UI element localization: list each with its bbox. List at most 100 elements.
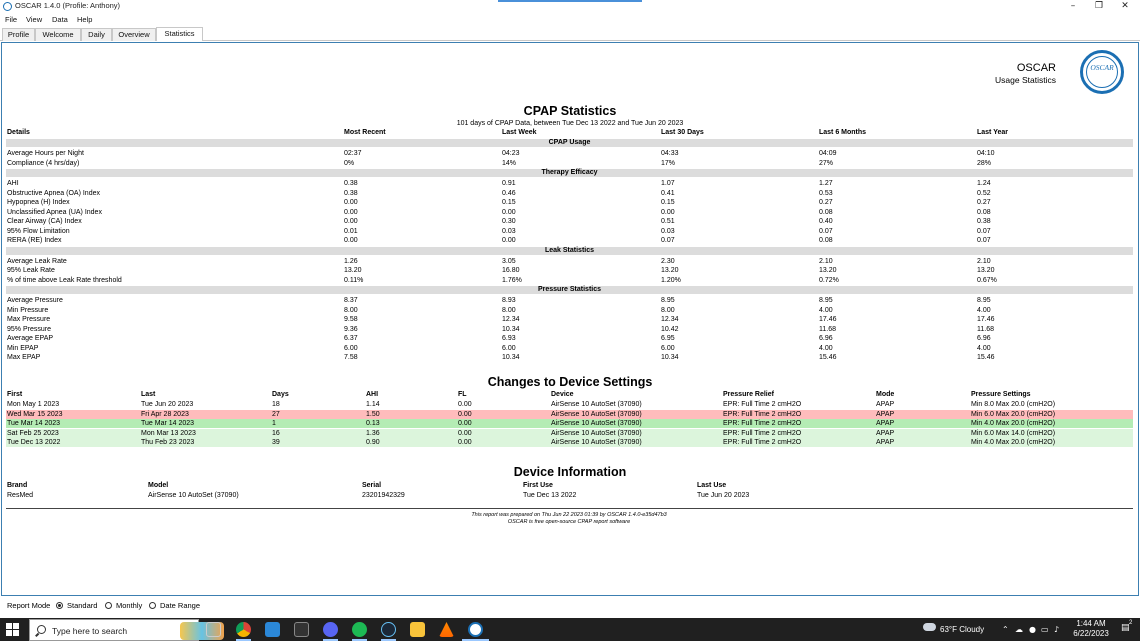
weather-text[interactable]: 63°F Cloudy — [940, 625, 984, 634]
menu-data[interactable]: Data — [52, 15, 68, 24]
stat-value: 2.10 — [977, 257, 991, 265]
stat-value: 0.15 — [661, 199, 675, 206]
taskbar-search-box[interactable]: Type here to search — [29, 619, 224, 641]
stat-row-label: Compliance (4 hrs/day) — [7, 159, 80, 167]
report-header: OSCAR Usage Statistics — [988, 62, 1056, 86]
windows-app-icon[interactable] — [265, 622, 280, 637]
settings-cell: Tue Mar 14 2023 — [7, 420, 61, 427]
settings-cell: Mon Mar 13 2023 — [141, 429, 196, 437]
oscar-logo-icon: OSCAR — [1080, 50, 1124, 94]
stat-value: 1.26 — [344, 257, 358, 265]
device-settings-title: Changes to Device Settings — [487, 375, 653, 389]
logo-badge-text: OSCAR — [1090, 63, 1114, 72]
device-col-header-model: Model — [148, 482, 169, 489]
menu-view[interactable]: View — [26, 15, 42, 24]
device-value: ResMed — [7, 492, 34, 499]
radio-monthly[interactable] — [105, 602, 112, 609]
stat-value: 0.00 — [344, 199, 358, 206]
stat-value: 0.00 — [502, 237, 516, 244]
stat-value: 0.91 — [502, 180, 516, 187]
stat-value: 04:33 — [661, 150, 679, 157]
menu-file[interactable]: File — [5, 15, 17, 24]
tab-profile[interactable]: Profile — [2, 28, 35, 41]
stat-row-label: Average Hours per Night — [7, 150, 84, 157]
tab-overview[interactable]: Overview — [112, 28, 156, 41]
stat-row-label: Obstructive Apnea (OA) Index — [7, 189, 100, 197]
stat-value: 6.95 — [661, 335, 675, 342]
stat-value: 0.53 — [819, 189, 833, 197]
chrome-icon[interactable] — [236, 622, 251, 637]
stat-value: 0.00 — [344, 237, 358, 244]
stat-value: 13.20 — [819, 267, 837, 274]
radio-date-range-label[interactable]: Date Range — [160, 601, 200, 610]
weather-cloud-icon[interactable] — [923, 623, 936, 631]
steam-icon[interactable] — [381, 622, 396, 637]
stat-value: 8.37 — [344, 297, 358, 304]
stat-value: 6.00 — [502, 344, 516, 352]
stat-value: 4.00 — [977, 306, 991, 314]
terminal-icon[interactable] — [294, 622, 309, 637]
stat-value: 0.03 — [502, 227, 516, 235]
stat-row-label: Max EPAP — [7, 354, 41, 361]
network-icon[interactable]: ▭ — [1041, 625, 1049, 634]
radio-date-range[interactable] — [149, 602, 156, 609]
clock-time[interactable]: 1:44 AM — [1073, 619, 1109, 628]
file-explorer-icon[interactable] — [410, 622, 425, 637]
minimize-button[interactable]: – — [1060, 0, 1086, 13]
close-button[interactable]: ✕ — [1112, 0, 1138, 13]
microphone-icon[interactable]: ● — [1029, 625, 1036, 634]
oscar-taskbar-icon[interactable] — [468, 622, 483, 637]
stat-value: 0.41 — [661, 189, 675, 197]
chevron-up-icon[interactable]: ⌃ — [1002, 625, 1009, 634]
stat-value: 6.96 — [977, 335, 991, 342]
task-view-icon[interactable] — [206, 622, 221, 637]
spotify-icon[interactable] — [352, 622, 367, 637]
stat-row-label: Average Leak Rate — [7, 257, 67, 265]
device-col-header-serial: Serial — [362, 482, 382, 489]
stat-value: 0.07 — [977, 237, 991, 244]
vlc-icon[interactable] — [439, 622, 454, 637]
stat-value: 6.93 — [502, 335, 516, 342]
cpap-col-header-most-recent: Most Recent — [344, 129, 386, 136]
stat-value: 10.34 — [661, 354, 679, 361]
maximize-button[interactable]: ❐ — [1086, 0, 1112, 13]
radio-monthly-label[interactable]: Monthly — [116, 601, 142, 610]
tab-statistics[interactable]: Statistics — [156, 27, 203, 41]
stat-value: 6.96 — [819, 335, 833, 342]
radio-standard[interactable] — [56, 602, 63, 609]
settings-cell: Min 4.0 Max 20.0 (cmH2O) — [971, 420, 1056, 427]
settings-cell: AirSense 10 AutoSet (37090) — [551, 401, 642, 408]
section-bar-therapy-efficacy: Therapy Efficacy — [6, 169, 1133, 177]
settings-cell: AirSense 10 AutoSet (37090) — [551, 420, 642, 427]
stat-row-label: % of time above Leak Rate threshold — [7, 276, 122, 284]
stat-value: 7.58 — [344, 354, 358, 361]
stat-value: 04:10 — [977, 150, 995, 157]
stat-row-label: Min Pressure — [7, 306, 49, 314]
stat-value: 8.95 — [819, 297, 833, 304]
windows-start-icon[interactable] — [6, 623, 19, 636]
changes-col-header-fl: FL — [458, 391, 467, 398]
onedrive-icon[interactable]: ☁ — [1015, 625, 1023, 634]
stat-value: 28% — [977, 159, 992, 167]
stat-value: 15.46 — [977, 354, 995, 361]
settings-cell: EPR: Full Time 2 cmH2O — [723, 429, 802, 437]
stat-value: 4.00 — [819, 344, 833, 352]
tab-daily[interactable]: Daily — [81, 28, 112, 41]
stat-value: 1.76% — [502, 276, 522, 284]
stat-value: 10.42 — [661, 325, 679, 333]
changes-col-header-pressure-relief: Pressure Relief — [723, 391, 774, 398]
stat-value: 0.07 — [661, 237, 675, 244]
stat-row-label: 95% Pressure — [7, 325, 51, 333]
stat-value: 1.07 — [661, 180, 675, 187]
radio-standard-label[interactable]: Standard — [67, 601, 97, 610]
menu-help[interactable]: Help — [77, 15, 92, 24]
changes-col-header-pressure-settings: Pressure Settings — [971, 391, 1031, 398]
volume-icon[interactable]: ♪ — [1054, 625, 1059, 634]
changes-col-header-last: Last — [141, 391, 156, 398]
clock-date[interactable]: 6/22/2023 — [1073, 629, 1109, 638]
tab-bar: Profile Welcome Daily Overview Statistic… — [0, 27, 1140, 41]
tab-welcome[interactable]: Welcome — [35, 28, 81, 41]
discord-icon[interactable] — [323, 622, 338, 637]
notification-count: 2 — [1129, 620, 1133, 626]
stat-value: 0.00 — [502, 208, 516, 216]
